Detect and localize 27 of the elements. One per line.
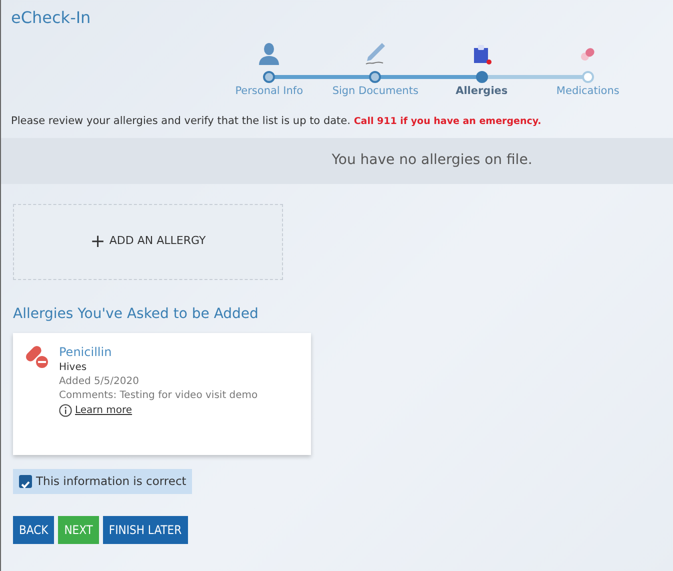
section-heading: Allergies You've Asked to be Added <box>13 304 260 324</box>
step-marker[interactable] <box>263 71 276 83</box>
step-label[interactable]: Medications <box>556 84 620 100</box>
app-title: eCheck-In <box>10 7 92 29</box>
empty-message: You have no allergies on file. <box>332 151 532 170</box>
action-button[interactable]: FINISH LATER <box>102 516 188 544</box>
person-icon <box>258 42 280 66</box>
step-label[interactable]: Sign Documents <box>332 84 418 100</box>
action-button[interactable]: NEXT <box>58 516 99 544</box>
pen-icon <box>364 42 386 66</box>
step-marker[interactable] <box>476 71 488 83</box>
learn-more-link[interactable]: Learn more <box>59 402 258 418</box>
checkbox-label: This information is correct <box>36 472 186 490</box>
allergy-name[interactable]: Penicillin <box>59 342 258 360</box>
reaction-text: Hives <box>59 360 88 374</box>
confirm-checkbox[interactable]: This information is correct <box>13 468 192 494</box>
step-label[interactable]: Allergies <box>456 84 508 100</box>
comment-text: Comments: Testing for video visit demo <box>59 388 258 402</box>
intro-text: Please review your allergies and verify that the list is up to date. Call 911 if you have an emergency. <box>10 114 542 129</box>
step-label[interactable]: Personal Info <box>235 84 304 100</box>
step-marker[interactable] <box>582 71 594 83</box>
info-icon <box>59 404 72 416</box>
add-allergy-button[interactable]: + ADD AN ALLERGY <box>13 204 283 280</box>
step-marker[interactable] <box>369 71 382 83</box>
added-date: Added 5/5/2020 <box>59 374 140 388</box>
action-button[interactable]: BACK <box>13 516 54 544</box>
checkbox[interactable] <box>19 474 32 488</box>
